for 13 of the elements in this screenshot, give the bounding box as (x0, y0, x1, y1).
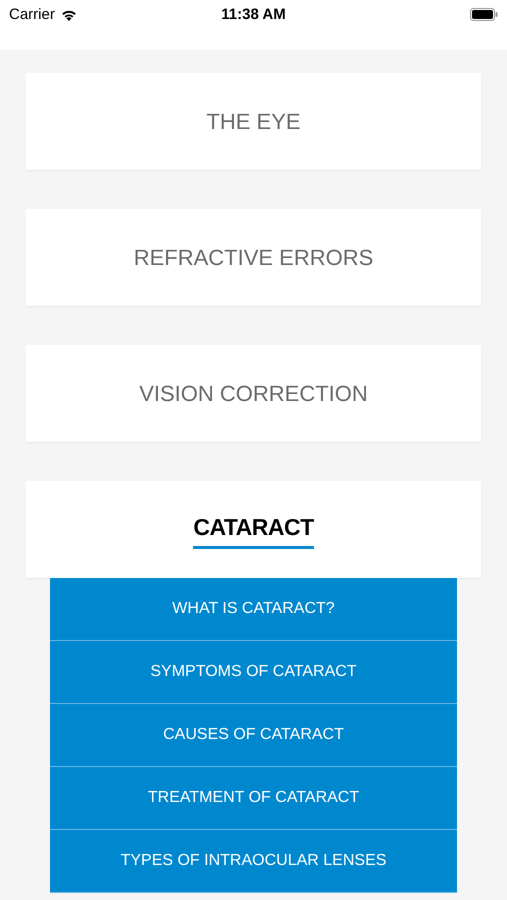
clock-time: 11:38 AM (221, 5, 286, 25)
section-button[interactable]: CATARACT (26, 481, 481, 578)
section-button[interactable]: THE EYE (26, 73, 481, 170)
wifi-icon (60, 8, 78, 22)
submenu-item[interactable]: CAUSES OF CATARACT (50, 704, 457, 767)
submenu-item[interactable]: TREATMENT OF CATARACT (50, 767, 457, 830)
submenu-item[interactable]: TYPES OF INTRAOCULAR LENSES (50, 830, 457, 893)
carrier-label: Carrier (9, 5, 55, 25)
battery-icon (470, 8, 498, 21)
section-button[interactable]: VISION CORRECTION (26, 345, 481, 442)
submenu-item[interactable]: SYMPTOMS OF CATARACT (50, 641, 457, 704)
section-button[interactable]: REFRACTIVE ERRORS (26, 209, 481, 306)
submenu-item[interactable]: WHAT IS CATARACT? (50, 578, 457, 641)
